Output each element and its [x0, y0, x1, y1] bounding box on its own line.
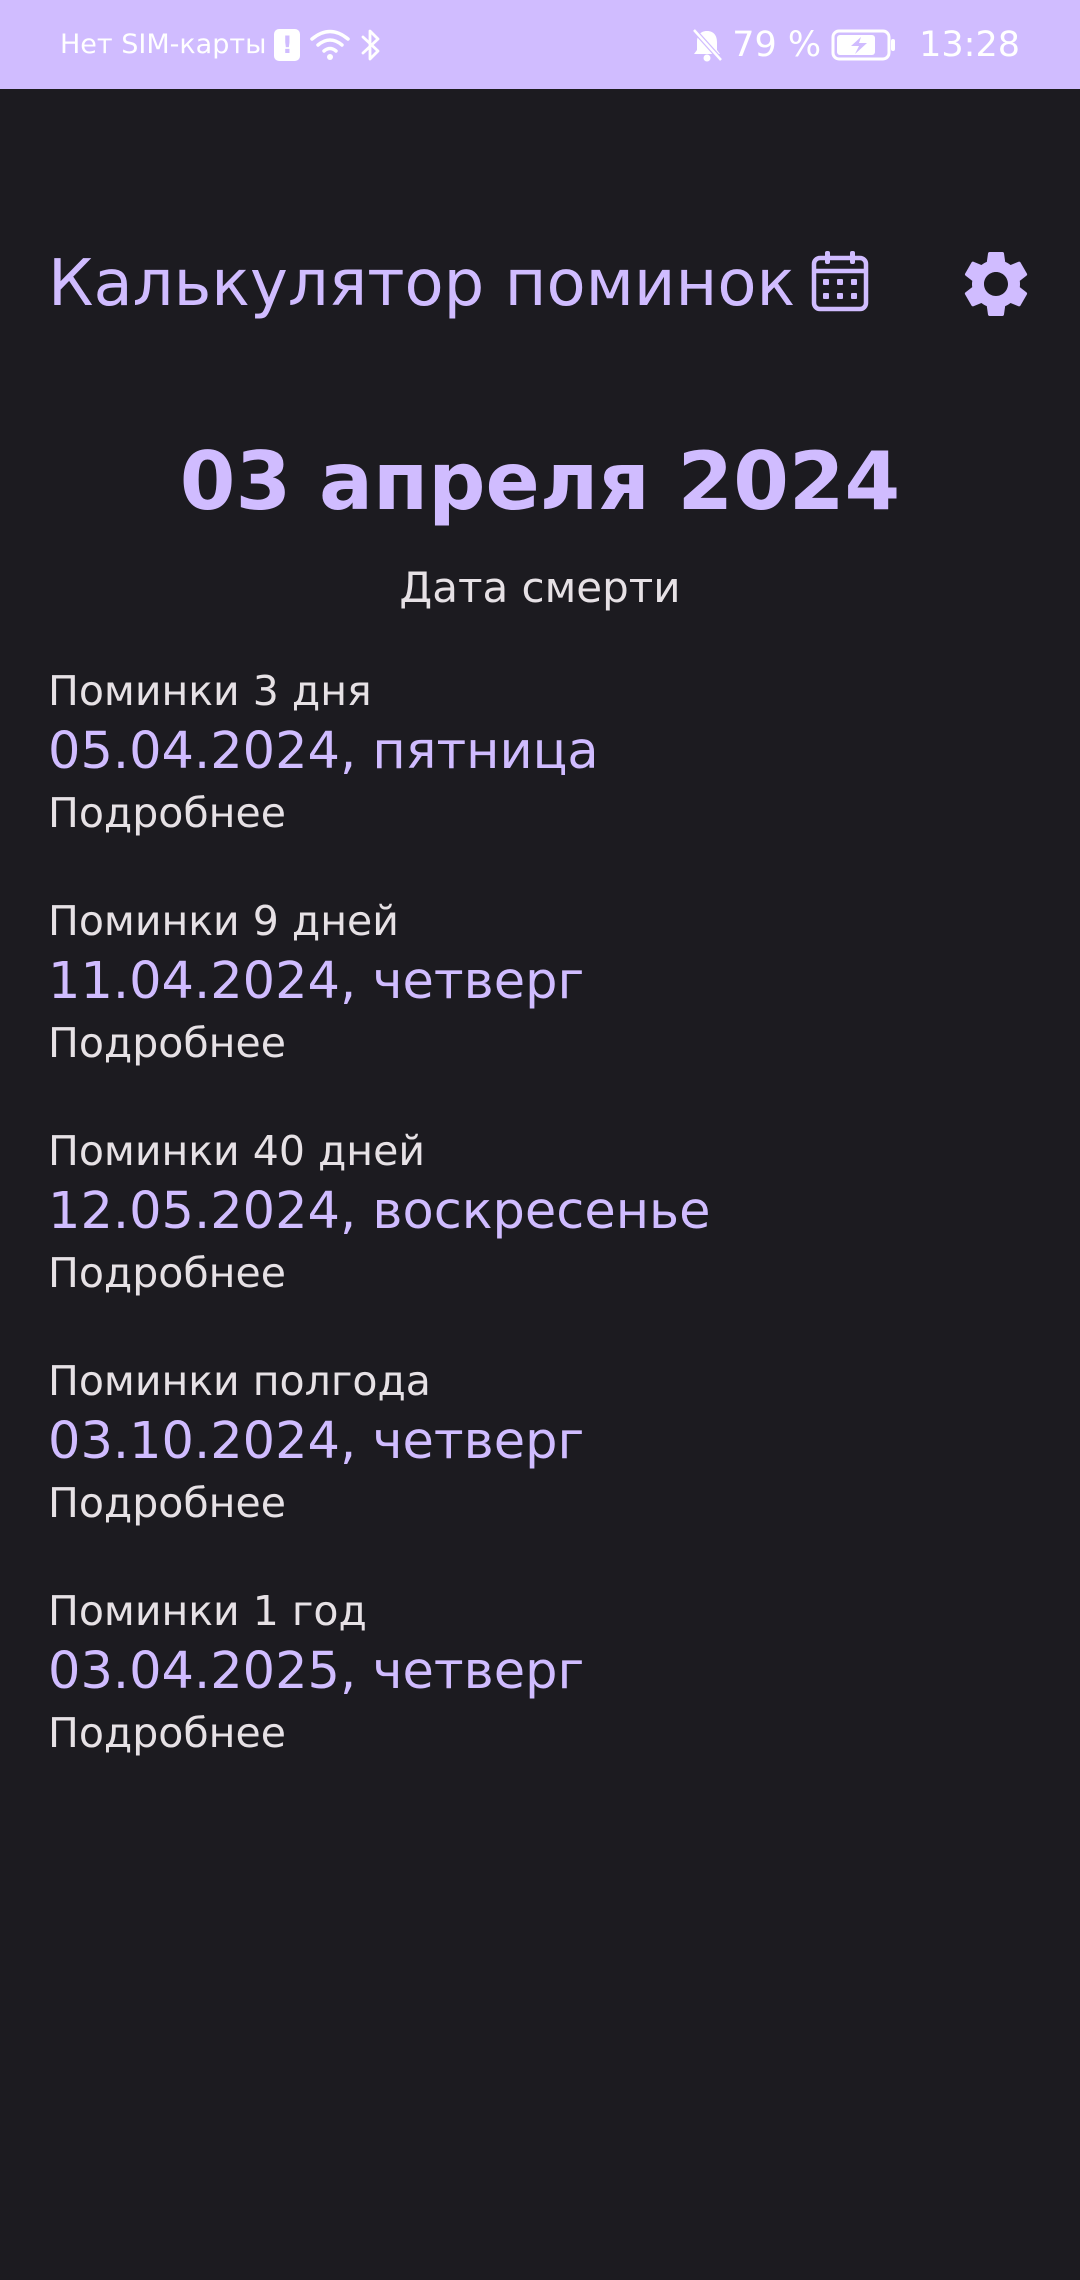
bluetooth-icon: [360, 27, 382, 63]
details-link[interactable]: Подробнее: [48, 784, 286, 842]
battery-charging-icon: [831, 28, 897, 62]
sim-alert-icon: !: [274, 28, 301, 61]
memorial-date: 03.04.2025, четверг: [48, 1642, 585, 1701]
memorial-title: Поминки 1 год: [48, 1587, 367, 1635]
gear-icon: [964, 251, 1028, 316]
calendar-icon: [811, 251, 869, 312]
app-title: Калькулятор поминок: [48, 247, 796, 321]
memorial-title: Поминки 3 дня: [48, 667, 372, 715]
death-date-label: Дата смерти: [399, 563, 681, 612]
memorial-list: Поминки 3 дня 05.04.2024, пятница Подроб…: [48, 662, 1048, 1812]
details-link[interactable]: Подробнее: [48, 1244, 286, 1302]
memorial-item-9-days: Поминки 9 дней 11.04.2024, четверг Подро…: [48, 892, 1048, 1122]
status-left: Нет SIM-карты !: [60, 0, 382, 89]
memorial-item-1-year: Поминки 1 год 03.04.2025, четверг Подроб…: [48, 1582, 1048, 1812]
memorial-title: Поминки полгода: [48, 1357, 431, 1405]
status-bar: Нет SIM-карты ! 79 % 13:28: [0, 0, 1080, 89]
carrier-text: Нет SIM-карты: [60, 29, 267, 60]
memorial-date: 05.04.2024, пятница: [48, 722, 599, 781]
details-link[interactable]: Подробнее: [48, 1474, 286, 1532]
memorial-item-3-days: Поминки 3 дня 05.04.2024, пятница Подроб…: [48, 662, 1048, 892]
details-link[interactable]: Подробнее: [48, 1014, 286, 1072]
death-date[interactable]: 03 апреля 2024: [0, 432, 1080, 532]
bell-off-icon: [690, 27, 724, 63]
clock: 13:28: [919, 24, 1020, 65]
memorial-date: 11.04.2024, четверг: [48, 952, 585, 1011]
memorial-date: 12.05.2024, воскресенье: [48, 1182, 711, 1241]
details-link[interactable]: Подробнее: [48, 1704, 286, 1762]
settings-button[interactable]: [950, 238, 1042, 330]
memorial-title: Поминки 9 дней: [48, 897, 399, 945]
memorial-date: 03.10.2024, четверг: [48, 1412, 585, 1471]
calendar-button[interactable]: [805, 246, 875, 316]
memorial-item-40-days: Поминки 40 дней 12.05.2024, воскресенье …: [48, 1122, 1048, 1352]
wifi-icon: [310, 28, 351, 62]
memorial-title: Поминки 40 дней: [48, 1127, 425, 1175]
battery-percent: 79 %: [732, 24, 822, 65]
status-right: 79 % 13:28: [690, 0, 1020, 89]
memorial-item-half-year: Поминки полгода 03.10.2024, четверг Подр…: [48, 1352, 1048, 1582]
